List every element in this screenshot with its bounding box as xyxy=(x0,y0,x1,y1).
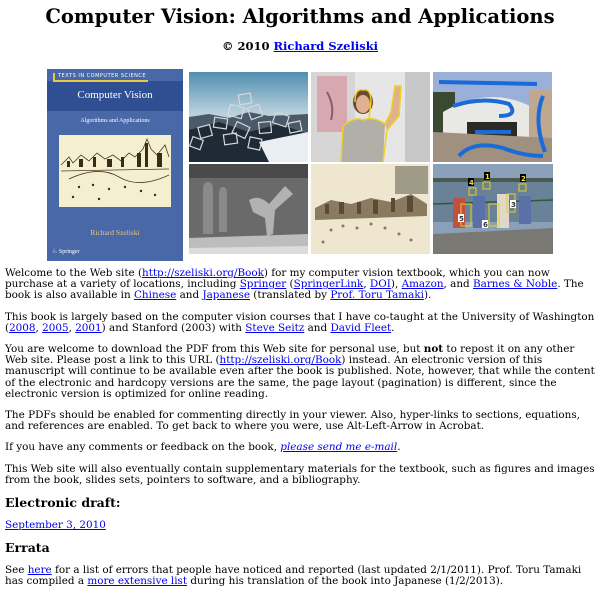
text: ( xyxy=(286,278,294,291)
barnes-noble-link[interactable]: Barnes & Noble xyxy=(473,278,557,290)
draft-paragraph: September 3, 2010 xyxy=(5,519,595,531)
springer-logo-icon: ♘ xyxy=(52,249,59,255)
page-title: Computer Vision: Algorithms and Applicat… xyxy=(45,5,555,28)
david-fleet-link[interactable]: David Fleet xyxy=(330,322,391,334)
author-link[interactable]: Richard Szeliski xyxy=(273,39,378,53)
face-label-2: 2 xyxy=(521,175,526,183)
depth-map-image[interactable] xyxy=(189,164,308,254)
text: and xyxy=(176,289,203,302)
text: . xyxy=(391,321,395,334)
springerlink-link[interactable]: SpringerLink xyxy=(294,278,364,290)
book-cover-image[interactable]: TEXTS IN COMPUTER SCIENCE Computer Visio… xyxy=(47,69,183,261)
course-2001-link[interactable]: 2001 xyxy=(75,322,101,334)
book-url-link[interactable]: http://szeliski.org/Book xyxy=(142,267,264,279)
course-2008-link[interactable]: 2008 xyxy=(9,322,35,334)
face-detection-image[interactable]: 4 1 2 5 3 6 xyxy=(433,164,553,254)
panorama-stitching-image[interactable] xyxy=(189,72,308,162)
photo-tourism-image[interactable] xyxy=(311,164,430,254)
intro-paragraph: Welcome to the Web site (http://szeliski… xyxy=(5,267,595,302)
main-content: Welcome to the Web site (http://szeliski… xyxy=(5,267,595,598)
text: ) and Stanford (2003) with xyxy=(101,321,246,334)
course-2005-link[interactable]: 2005 xyxy=(42,322,68,334)
byline: © 2010 Richard Szeliski xyxy=(0,39,600,53)
text: (translated by xyxy=(249,289,331,302)
text: If you have any comments or feedback on … xyxy=(5,441,281,454)
doi-link[interactable]: DOI xyxy=(370,278,391,290)
cover-author: Richard Szeliski xyxy=(90,228,140,237)
person-segmentation-image[interactable] xyxy=(311,72,430,162)
emphasis-not: not xyxy=(423,343,444,356)
errata-here-link[interactable]: here xyxy=(28,564,52,576)
errata-paragraph: See here for a list of errors that peopl… xyxy=(5,564,595,588)
text: ). xyxy=(423,289,432,302)
book-url-link-2[interactable]: http://szeliski.org/Book xyxy=(220,354,342,366)
text: See xyxy=(5,564,28,577)
text: , and xyxy=(443,278,473,291)
text: ), xyxy=(390,278,402,291)
cover-sketch-illustration xyxy=(59,135,171,207)
feedback-paragraph: If you have any comments or feedback on … xyxy=(5,442,595,453)
text: Welcome to the Web site ( xyxy=(5,267,143,279)
pdf-paragraph: The PDFs should be enabled for commentin… xyxy=(5,409,580,433)
text: during his translation of the book into … xyxy=(187,575,504,588)
supplementary-paragraph: This Web site will also eventually conta… xyxy=(5,462,595,486)
face-label-1: 1 xyxy=(485,173,490,181)
cover-publisher: ♘ Springer xyxy=(52,248,80,255)
cover-subtitle: Algorithms and Applications xyxy=(80,118,150,124)
errata-heading: Errata xyxy=(5,540,50,556)
interactive-segmentation-image[interactable] xyxy=(433,72,552,162)
text: , xyxy=(363,278,370,291)
text: and xyxy=(304,321,331,334)
draft-link[interactable]: September 3, 2010 xyxy=(5,519,106,531)
email-link[interactable]: please send me e-mail xyxy=(280,441,397,453)
face-label-4: 4 xyxy=(469,179,474,187)
springer-link[interactable]: Springer xyxy=(240,278,287,290)
copyright-text: © 2010 xyxy=(221,39,274,53)
text: . xyxy=(397,441,401,454)
electronic-draft-heading: Electronic draft: xyxy=(5,495,121,511)
chinese-link[interactable]: Chinese xyxy=(134,289,176,301)
cover-publisher-name: Springer xyxy=(58,249,80,255)
face-label-5: 5 xyxy=(459,215,464,223)
face-label-3: 3 xyxy=(511,201,516,209)
courses-paragraph: This book is largely based on the comput… xyxy=(5,311,595,334)
download-paragraph: You are welcome to download the PDF from… xyxy=(5,343,595,400)
cover-series-label: TEXTS IN COMPUTER SCIENCE xyxy=(53,73,149,82)
toru-tamaki-link[interactable]: Prof. Toru Tamaki xyxy=(330,289,424,301)
steve-seitz-link[interactable]: Steve Seitz xyxy=(245,322,304,334)
amazon-link[interactable]: Amazon xyxy=(402,278,444,290)
cover-title: Computer Vision xyxy=(77,89,153,101)
face-label-6: 6 xyxy=(483,221,488,229)
extensive-errata-link[interactable]: more extensive list xyxy=(87,575,187,587)
text: You are welcome to download the PDF from… xyxy=(5,343,424,356)
japanese-link[interactable]: Japanese xyxy=(202,289,250,301)
